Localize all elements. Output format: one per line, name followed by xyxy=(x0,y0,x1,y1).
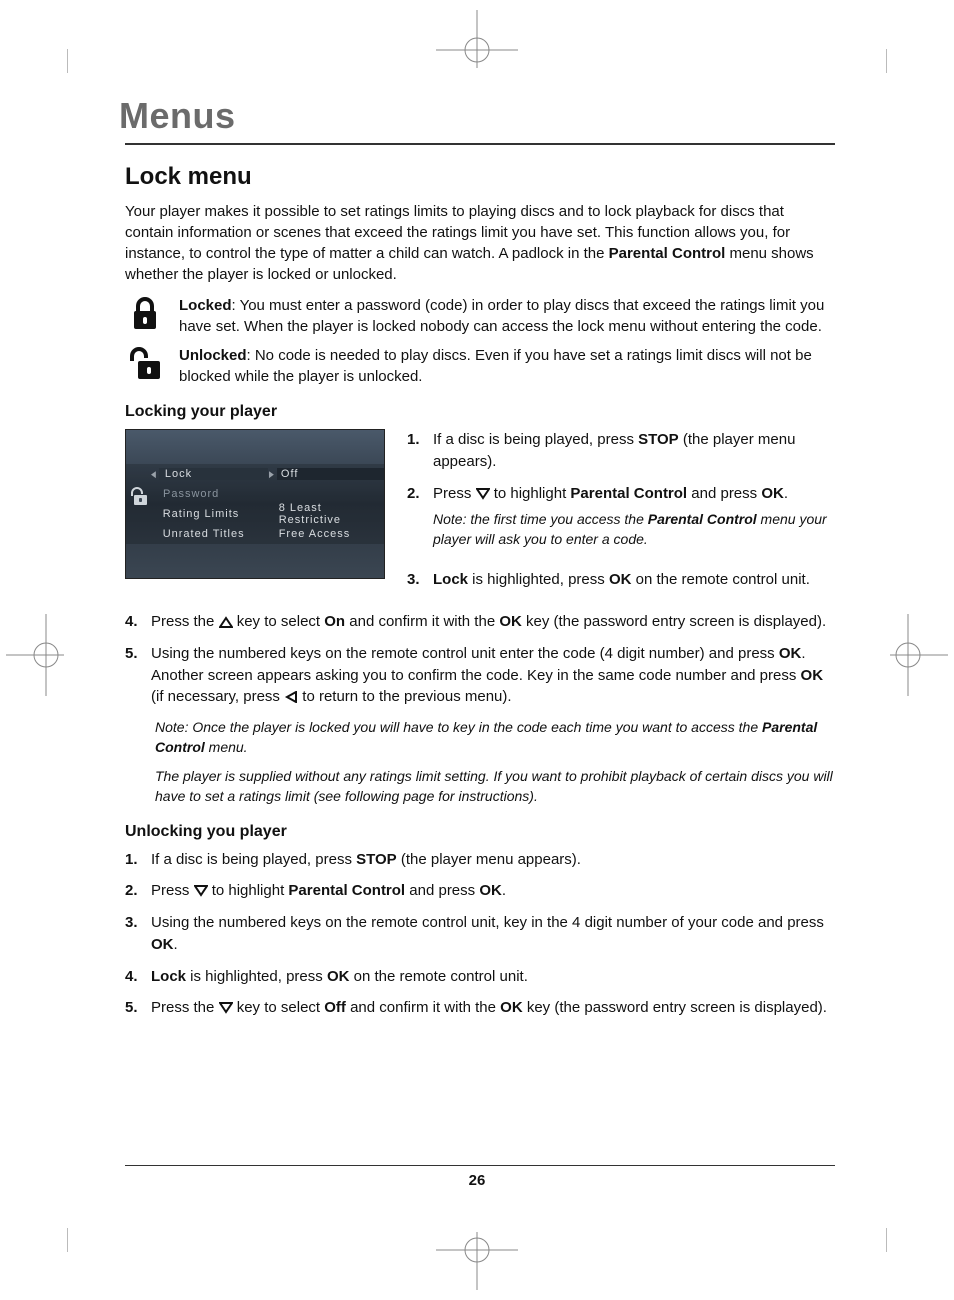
chapter-title: Menus xyxy=(119,95,835,137)
shot-row-rating: Rating Limits 8 Least Restrictive xyxy=(126,504,384,524)
step-5: 5. Press the key to select Off and confi… xyxy=(125,997,835,1019)
unlocked-text: Unlocked: No code is needed to play disc… xyxy=(179,345,835,387)
step-4: 4. Press the key to select On and confir… xyxy=(125,611,835,633)
text: : No code is needed to play discs. Even … xyxy=(179,347,812,385)
step-1: 1. If a disc is being played, press STOP… xyxy=(407,429,835,473)
arrow-down-icon xyxy=(194,885,208,897)
locked-text: Locked: You must enter a password (code)… xyxy=(179,295,835,337)
title-rule xyxy=(125,143,835,145)
shot-label: Password xyxy=(157,488,273,500)
label: Locked xyxy=(179,297,232,314)
locking-steps-4-5: 4. Press the key to select On and confir… xyxy=(125,611,835,708)
locking-heading: Locking your player xyxy=(125,403,835,421)
page-number: 26 xyxy=(0,1172,954,1189)
shot-value: Free Access xyxy=(275,528,384,540)
step-3: 3. Lock is highlighted, press OK on the … xyxy=(407,569,835,591)
shot-value: 8 Least Restrictive xyxy=(275,502,384,526)
shot-row-lock: ◀ Lock ▶ Off xyxy=(126,464,384,484)
step-2: 2. Press to highlight Parental Control a… xyxy=(125,880,835,902)
shot-padlock-icon xyxy=(130,486,148,509)
triangle-right-icon: ▶ xyxy=(269,469,274,480)
menu-screenshot: ◀ Lock ▶ Off Password Rating Limits 8 Le… xyxy=(125,429,385,579)
crop-mark-bottom xyxy=(436,1232,518,1290)
crop-mark-top xyxy=(436,10,518,68)
tick xyxy=(67,49,68,73)
step-5: 5. Using the numbered keys on the remote… xyxy=(125,643,835,708)
locked-icon xyxy=(125,295,165,331)
shot-label: Lock xyxy=(159,468,268,480)
label: Unlocked xyxy=(179,347,247,364)
locking-note-1: Note: Once the player is locked you will… xyxy=(155,718,835,757)
locking-note-2: The player is supplied without any ratin… xyxy=(155,767,835,806)
locking-steps-1-3: 1. If a disc is being played, press STOP… xyxy=(407,429,835,601)
tick xyxy=(67,1228,68,1252)
shot-row-password: Password xyxy=(126,484,384,504)
locking-two-col: ◀ Lock ▶ Off Password Rating Limits 8 Le… xyxy=(125,429,835,601)
locked-row: Locked: You must enter a password (code)… xyxy=(125,295,835,337)
page-content: Menus Lock menu Your player makes it pos… xyxy=(125,95,835,1029)
shot-label: Rating Limits xyxy=(157,508,268,520)
unlocking-steps: 1. If a disc is being played, press STOP… xyxy=(125,849,835,1020)
unlocked-icon xyxy=(125,345,165,381)
intro-paragraph: Your player makes it possible to set rat… xyxy=(125,201,835,285)
footer-rule xyxy=(125,1165,835,1166)
triangle-left-icon: ◀ xyxy=(151,469,156,480)
text-bold: Parental Control xyxy=(609,245,726,262)
step-4: 4. Lock is highlighted, press OK on the … xyxy=(125,966,835,988)
shot-value: Off xyxy=(277,468,384,480)
step-1: 1. If a disc is being played, press STOP… xyxy=(125,849,835,871)
arrow-down-icon xyxy=(476,488,490,500)
tick xyxy=(886,49,887,73)
step-2: 2. Press to highlight Parental Control a… xyxy=(407,483,835,560)
arrow-up-icon xyxy=(219,616,233,628)
shot-label: Unrated Titles xyxy=(157,528,268,540)
section-title: Lock menu xyxy=(125,163,835,191)
crop-mark-left xyxy=(6,614,64,696)
step-3: 3. Using the numbered keys on the remote… xyxy=(125,912,835,956)
arrow-left-icon xyxy=(284,691,298,703)
shot-row-unrated: Unrated Titles Free Access xyxy=(126,524,384,544)
crop-mark-right xyxy=(890,614,948,696)
unlocked-row: Unlocked: No code is needed to play disc… xyxy=(125,345,835,387)
text: : You must enter a password (code) in or… xyxy=(179,297,824,335)
unlocking-heading: Unlocking you player xyxy=(125,823,835,841)
tick xyxy=(886,1228,887,1252)
arrow-down-icon xyxy=(219,1002,233,1014)
